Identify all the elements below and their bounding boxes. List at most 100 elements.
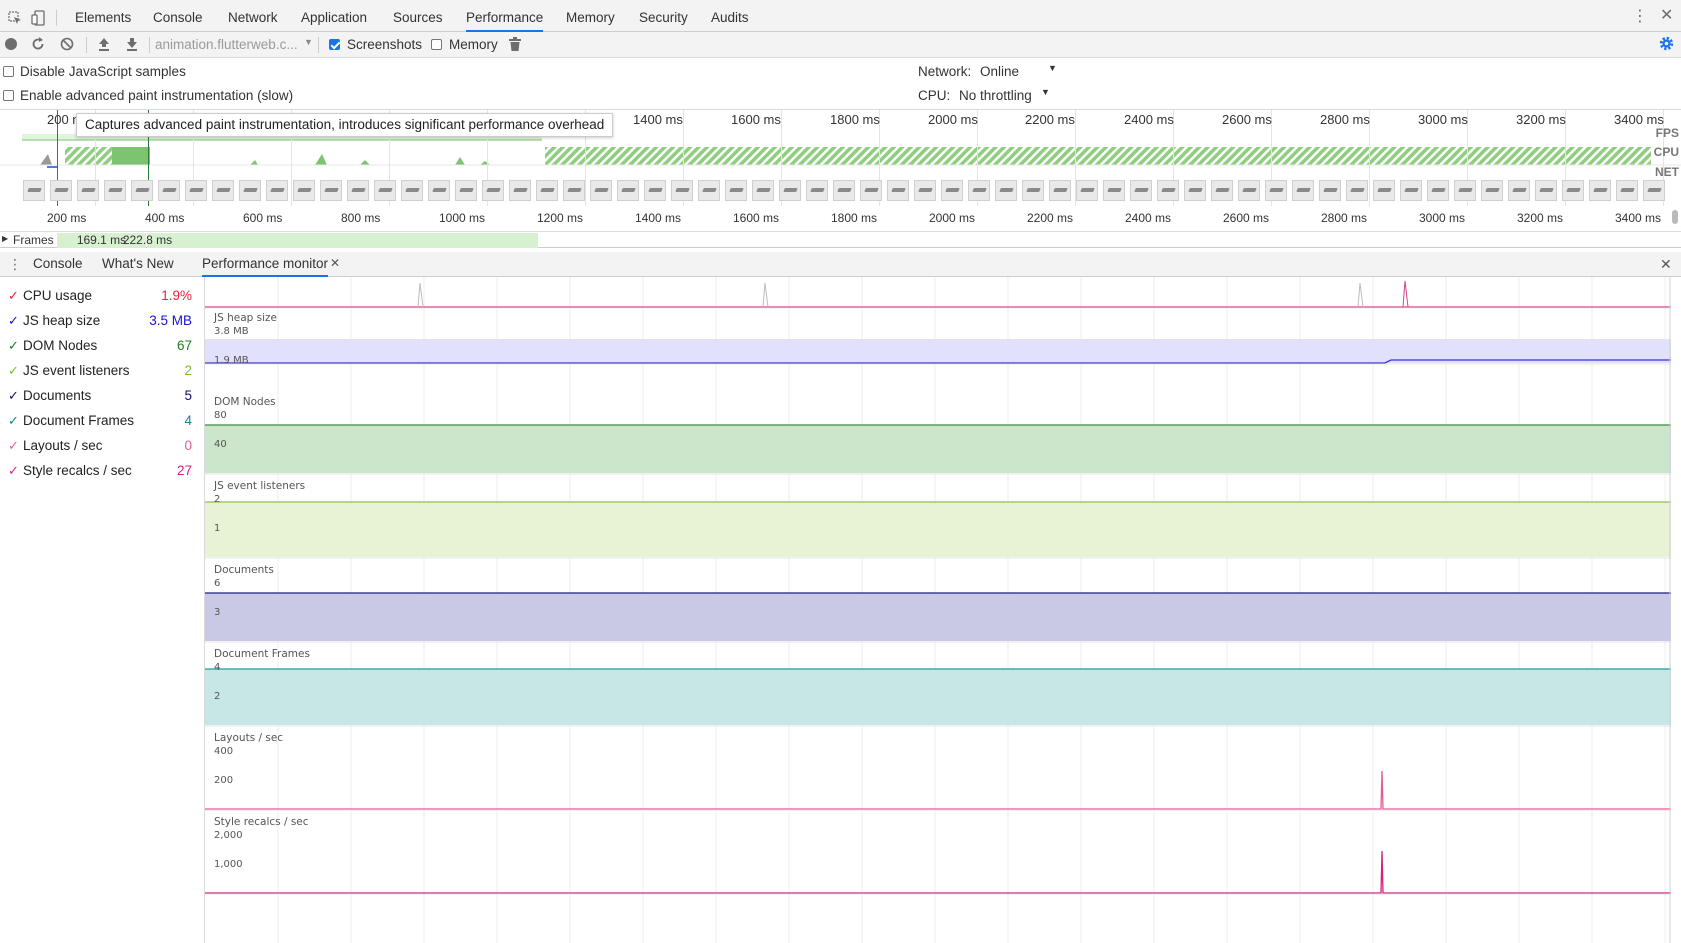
screenshot-thumbnail[interactable] [1049,180,1071,201]
screenshot-thumbnail[interactable] [779,180,801,201]
screenshot-thumbnail[interactable] [590,180,612,201]
screenshot-thumbnail[interactable] [1022,180,1044,201]
screenshot-thumbnail[interactable] [752,180,774,201]
save-profile-button[interactable] [125,36,139,55]
metric-row[interactable]: ✓ Style recalcs / sec 27 [0,460,200,482]
close-drawer-tab-icon[interactable]: ✕ [330,256,340,270]
screenshot-thumbnail[interactable] [1238,180,1260,201]
metric-row[interactable]: ✓ JS heap size 3.5 MB [0,310,200,332]
screenshot-thumbnail[interactable] [428,180,450,201]
screenshot-thumbnail[interactable] [644,180,666,201]
screenshot-thumbnail[interactable] [914,180,936,201]
tab-application[interactable]: Application [301,4,367,32]
record-button[interactable] [5,38,17,50]
screenshot-thumbnail[interactable] [1130,180,1152,201]
drawer-menu-icon[interactable]: ⋮ [8,256,22,273]
settings-gear-icon[interactable] [1658,35,1675,55]
chevron-down-icon[interactable]: ▼ [304,37,313,47]
screenshot-thumbnail[interactable] [239,180,261,201]
metric-row[interactable]: ✓ JS event listeners 2 [0,360,200,382]
screenshot-thumbnail[interactable] [833,180,855,201]
screenshot-thumbnail[interactable] [509,180,531,201]
screenshot-thumbnail[interactable] [1643,180,1665,201]
screenshot-thumbnail[interactable] [698,180,720,201]
device-toolbar-icon[interactable] [31,10,45,26]
screenshot-thumbnail[interactable] [1265,180,1287,201]
check-icon[interactable]: ✓ [8,388,19,404]
drawer-tab-what-s-new[interactable]: What's New [102,252,174,277]
check-icon[interactable]: ✓ [8,463,19,479]
advanced-paint-checkbox[interactable] [3,90,14,101]
screenshot-thumbnail[interactable] [563,180,585,201]
screenshot-thumbnail[interactable] [401,180,423,201]
scroll-handle[interactable] [1672,210,1678,224]
screenshot-thumbnail[interactable] [212,180,234,201]
screenshot-thumbnail[interactable] [131,180,153,201]
tab-memory[interactable]: Memory [566,4,615,32]
frame-block[interactable]: 222.8 ms [123,233,538,248]
clear-button[interactable] [60,37,74,54]
screenshot-thumbnail[interactable] [887,180,909,201]
chevron-down-icon[interactable]: ▼ [1041,87,1050,97]
tab-elements[interactable]: Elements [75,4,131,32]
load-profile-button[interactable] [97,36,111,55]
close-drawer-icon[interactable]: ✕ [1660,256,1672,273]
screenshot-thumbnail[interactable] [1319,180,1341,201]
screenshot-thumbnail[interactable] [1400,180,1422,201]
screenshot-thumbnail[interactable] [1454,180,1476,201]
check-icon[interactable]: ✓ [8,288,19,304]
screenshot-thumbnail[interactable] [1427,180,1449,201]
metric-row[interactable]: ✓ CPU usage 1.9% [0,285,200,307]
screenshot-thumbnail[interactable] [1292,180,1314,201]
screenshot-thumbnail[interactable] [1157,180,1179,201]
screenshot-thumbnail[interactable] [725,180,747,201]
screenshot-thumbnail[interactable] [1589,180,1611,201]
screenshot-thumbnail[interactable] [482,180,504,201]
screenshot-thumbnail[interactable] [347,180,369,201]
tab-console[interactable]: Console [153,4,203,32]
screenshot-thumbnail[interactable] [374,180,396,201]
metric-row[interactable]: ✓ DOM Nodes 67 [0,335,200,357]
screenshot-thumbnail[interactable] [50,180,72,201]
metric-row[interactable]: ✓ Documents 5 [0,385,200,407]
screenshot-thumbnail[interactable] [1535,180,1557,201]
screenshot-thumbnail[interactable] [941,180,963,201]
tab-audits[interactable]: Audits [711,4,749,32]
check-icon[interactable]: ✓ [8,338,19,354]
screenshot-thumbnail[interactable] [536,180,558,201]
expand-triangle-icon[interactable]: ▶ [2,234,8,243]
screenshot-thumbnail[interactable] [1211,180,1233,201]
more-options-icon[interactable]: ⋮ [1632,9,1648,25]
tab-security[interactable]: Security [639,4,688,32]
screenshot-thumbnail[interactable] [1562,180,1584,201]
memory-checkbox[interactable] [431,39,442,50]
screenshot-thumbnail[interactable] [293,180,315,201]
tab-performance[interactable]: Performance [466,4,544,32]
screenshot-thumbnail[interactable] [617,180,639,201]
screenshot-thumbnail[interactable] [671,180,693,201]
recording-select[interactable]: animation.flutterweb.c... [155,36,315,54]
tab-sources[interactable]: Sources [393,4,443,32]
screenshot-thumbnail[interactable] [1184,180,1206,201]
tab-network[interactable]: Network [228,4,278,32]
reload-record-button[interactable] [31,36,45,55]
screenshot-thumbnail[interactable] [158,180,180,201]
inspect-element-icon[interactable] [8,11,22,25]
drawer-tab-performance-monitor[interactable]: Performance monitor [202,252,329,277]
chevron-down-icon[interactable]: ▼ [1048,63,1057,73]
screenshot-thumbnail[interactable] [23,180,45,201]
close-devtools-icon[interactable]: ✕ [1660,8,1673,24]
screenshot-thumbnail[interactable] [860,180,882,201]
disable-js-samples-checkbox[interactable] [3,66,14,77]
screenshot-thumbnail[interactable] [1481,180,1503,201]
screenshot-thumbnail[interactable] [104,180,126,201]
screenshot-thumbnail[interactable] [185,180,207,201]
network-throttle-select[interactable]: Online [980,64,1019,79]
screenshot-thumbnail[interactable] [1076,180,1098,201]
cpu-throttle-select[interactable]: No throttling [959,88,1032,103]
screenshot-thumbnail[interactable] [995,180,1017,201]
screenshot-thumbnail[interactable] [1103,180,1125,201]
screenshot-thumbnail[interactable] [1373,180,1395,201]
screenshot-thumbnail[interactable] [320,180,342,201]
screenshot-thumbnail[interactable] [1346,180,1368,201]
